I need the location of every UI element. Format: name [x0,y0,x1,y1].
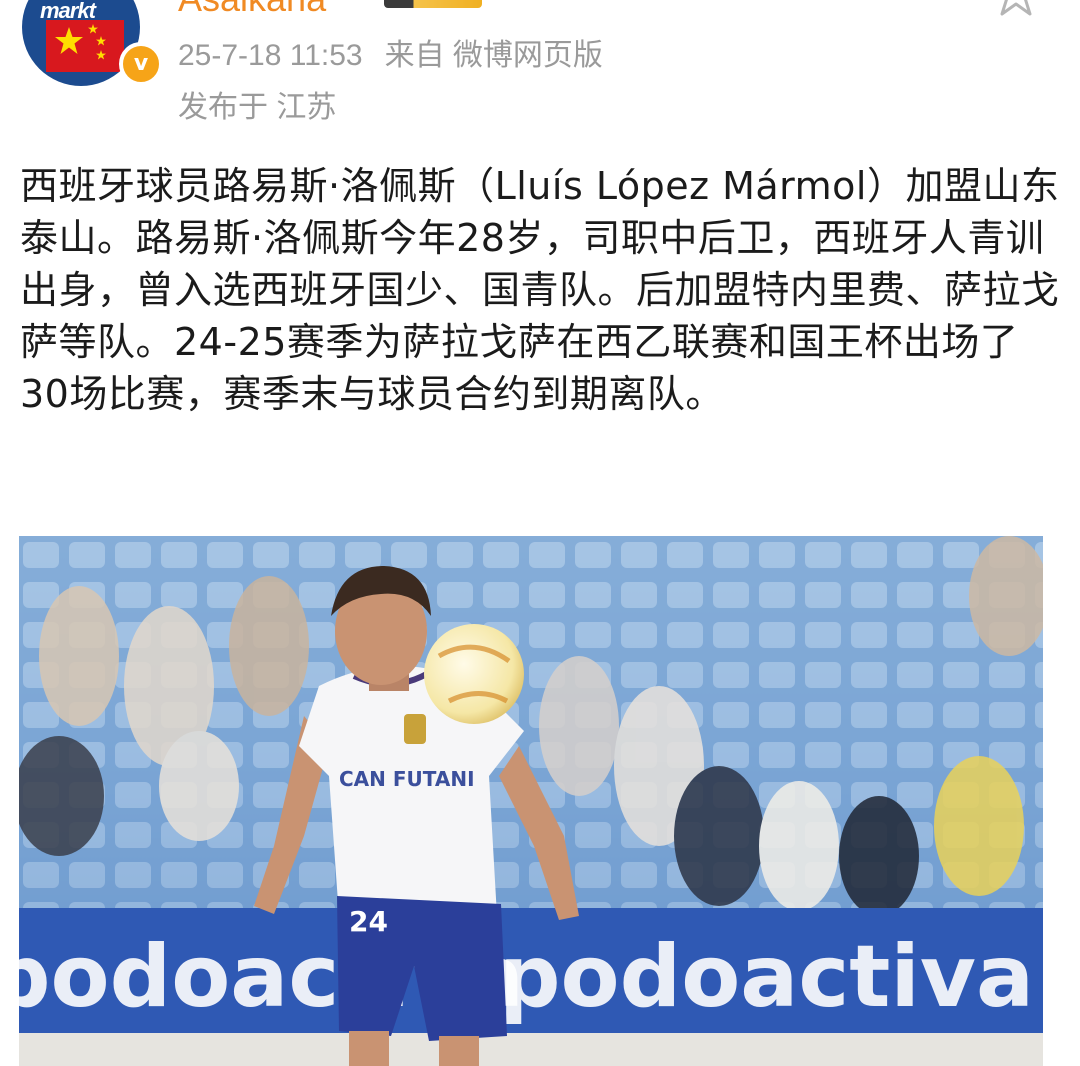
post-photo[interactable]: podoactiva podoactiva CAN FUTANI 24 [19,536,1043,1066]
post-location: 发布于 江苏 [178,91,337,124]
star-outline-icon[interactable] [990,0,1042,24]
username[interactable]: Asaikana [178,0,326,20]
shirt-sponsor-text: CAN FUTANI [339,767,475,791]
football [424,624,524,724]
post-timestamp[interactable]: 25-7-18 11:53 [178,39,363,72]
avatar-wrapper[interactable]: markt v [22,0,163,86]
post-text: 西班牙球员路易斯·洛佩斯（Lluís López Mármol）加盟山东泰山。路… [20,164,1060,417]
china-flag-icon [46,20,124,72]
post-meta: 25-7-18 11:53 来自 微博网页版 [178,30,603,74]
member-badge-icon [384,0,482,8]
post-source: 来自 微博网页版 [384,39,603,72]
shorts-number: 24 [349,905,388,938]
ad-board-text-right: podoactiva [499,927,1034,1027]
verified-v-icon: v [119,42,163,86]
